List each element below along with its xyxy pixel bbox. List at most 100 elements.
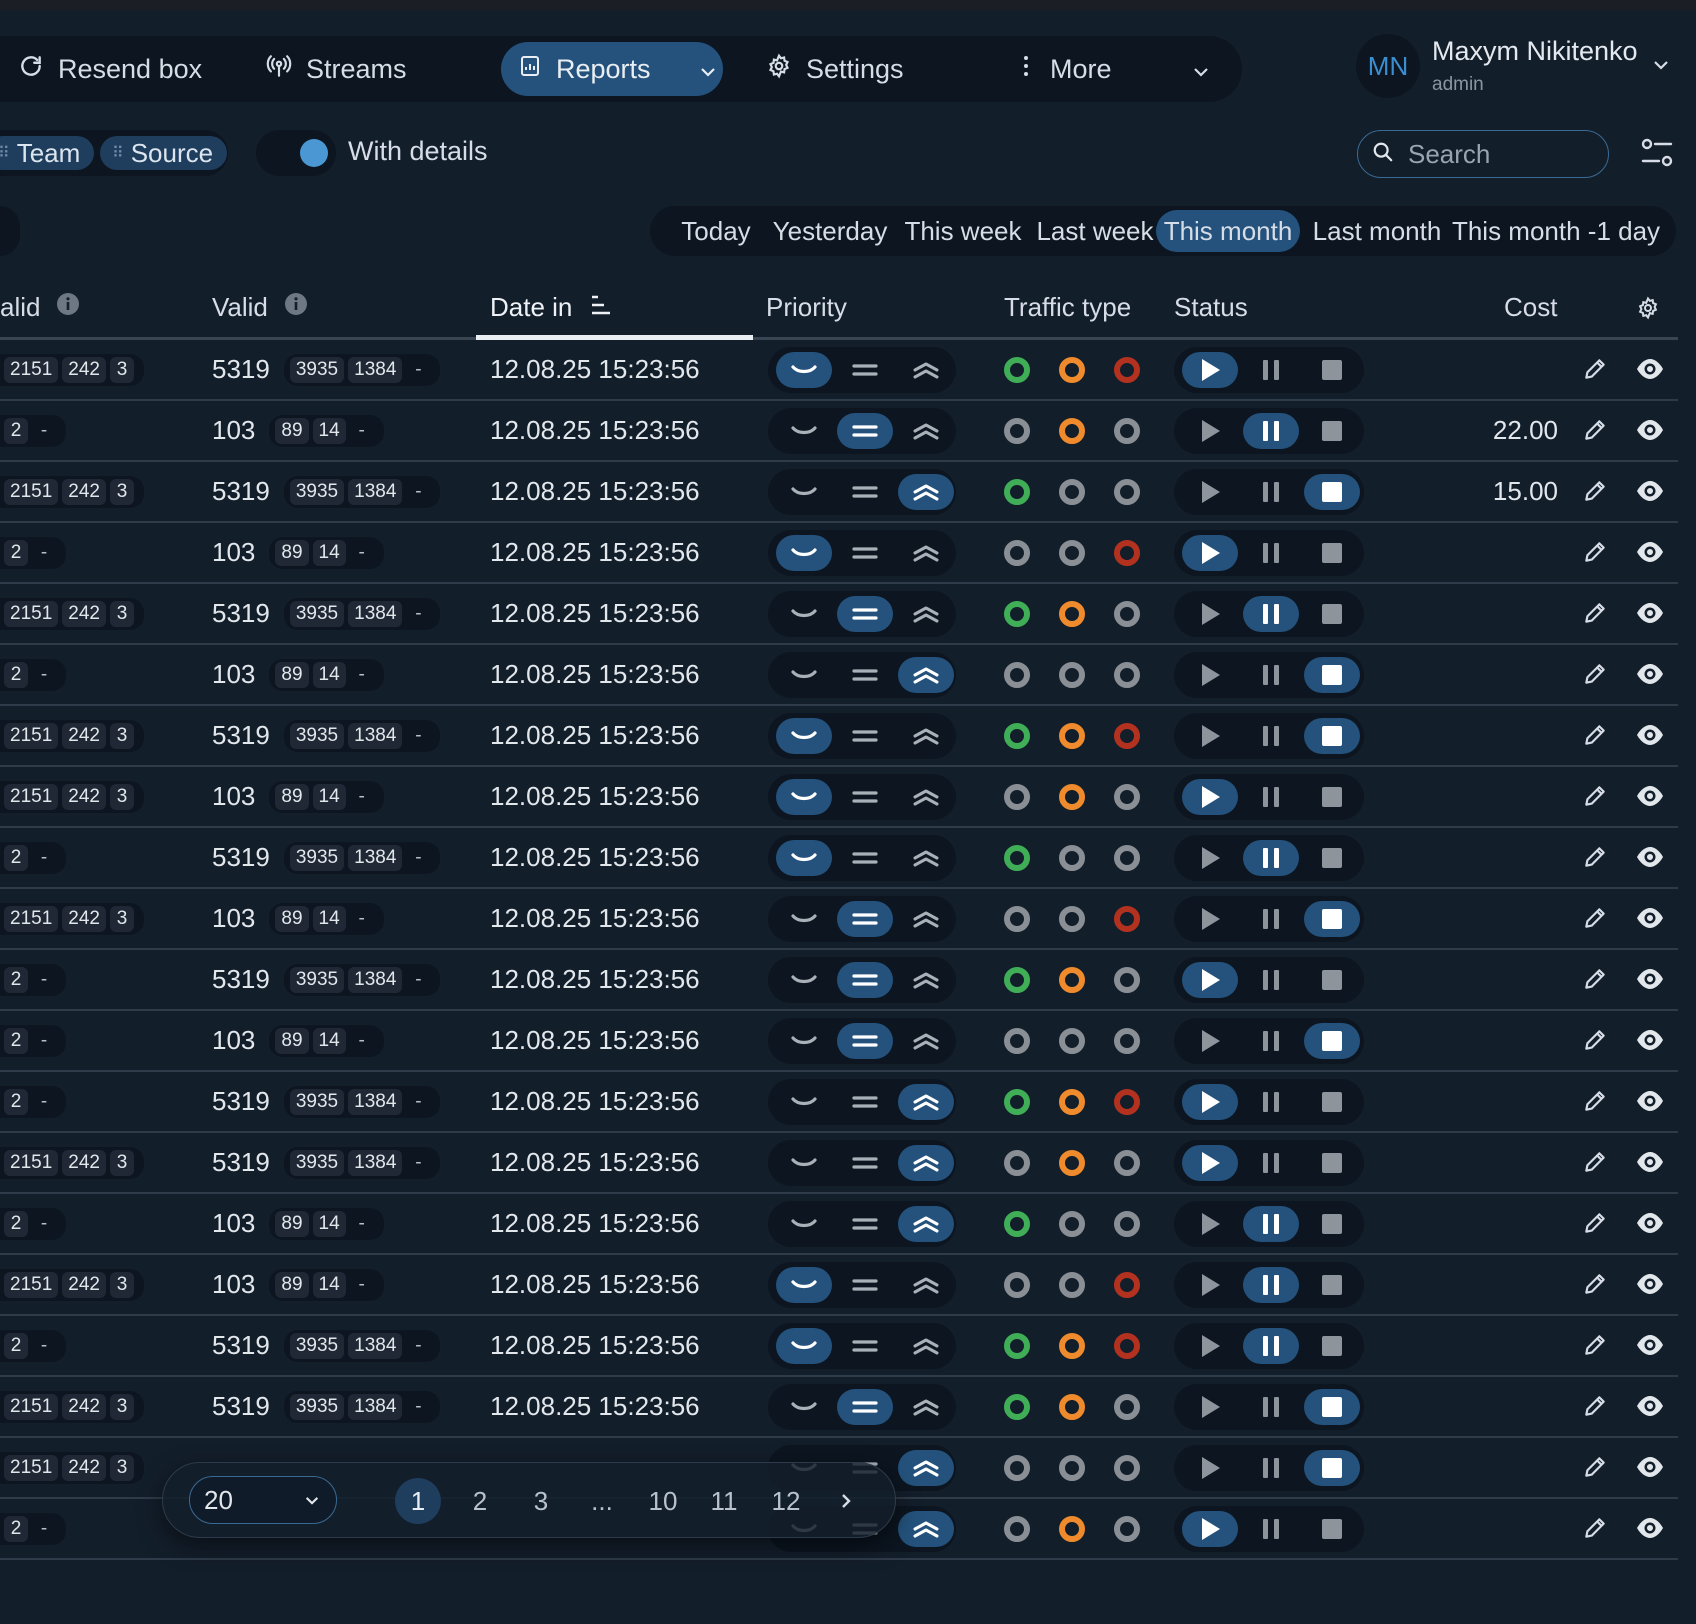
nav-item-more[interactable]: More bbox=[1016, 36, 1224, 102]
edit-icon[interactable] bbox=[1582, 905, 1608, 936]
stop-icon[interactable] bbox=[1304, 1328, 1360, 1364]
pause-icon[interactable] bbox=[1243, 901, 1299, 937]
edit-icon[interactable] bbox=[1582, 1515, 1608, 1546]
nav-item-resend-box[interactable]: Resend box bbox=[18, 36, 202, 102]
stop-icon[interactable] bbox=[1304, 901, 1360, 937]
traffic-status-icon[interactable] bbox=[1059, 906, 1085, 932]
stop-icon[interactable] bbox=[1304, 840, 1360, 876]
view-eye-icon[interactable] bbox=[1635, 1454, 1665, 1485]
view-eye-icon[interactable] bbox=[1635, 1515, 1665, 1546]
traffic-status-icon[interactable] bbox=[1059, 723, 1085, 749]
priority-high-icon[interactable] bbox=[898, 1145, 954, 1181]
priority-low-icon[interactable] bbox=[776, 596, 832, 632]
pause-icon[interactable] bbox=[1243, 474, 1299, 510]
search-input[interactable]: Search bbox=[1357, 130, 1609, 178]
pause-icon[interactable] bbox=[1243, 535, 1299, 571]
info-icon[interactable] bbox=[56, 292, 80, 323]
table-row[interactable]: 2-103 89 14-12.08.25 15:23:56 bbox=[0, 1194, 1678, 1255]
page-11[interactable]: 11 bbox=[701, 1478, 747, 1524]
traffic-status-icon[interactable] bbox=[1004, 479, 1030, 505]
stop-icon[interactable] bbox=[1304, 474, 1360, 510]
traffic-status-icon[interactable] bbox=[1059, 1089, 1085, 1115]
chevron-down-icon[interactable] bbox=[1652, 58, 1670, 76]
pause-icon[interactable] bbox=[1243, 1389, 1299, 1425]
play-icon[interactable] bbox=[1182, 535, 1238, 571]
view-eye-icon[interactable] bbox=[1635, 417, 1665, 448]
play-icon[interactable] bbox=[1182, 1145, 1238, 1181]
stop-icon[interactable] bbox=[1304, 1267, 1360, 1303]
nav-item-streams[interactable]: Streams bbox=[266, 36, 407, 102]
table-row[interactable]: 2151 242 3 5319 3935 1384- 12.08.25 15:23:56 bbox=[0, 340, 1678, 401]
priority-low-icon[interactable] bbox=[776, 901, 832, 937]
priority-medium-icon[interactable] bbox=[837, 596, 893, 632]
stop-icon[interactable] bbox=[1304, 1145, 1360, 1181]
filter-settings-icon[interactable] bbox=[1640, 136, 1674, 175]
play-icon[interactable] bbox=[1182, 1023, 1238, 1059]
edit-icon[interactable] bbox=[1582, 1149, 1608, 1180]
priority-low-icon[interactable] bbox=[776, 1084, 832, 1120]
edit-icon[interactable] bbox=[1582, 1454, 1608, 1485]
pause-icon[interactable] bbox=[1243, 1023, 1299, 1059]
edit-icon[interactable] bbox=[1582, 1027, 1608, 1058]
traffic-status-icon[interactable] bbox=[1059, 1150, 1085, 1176]
play-icon[interactable] bbox=[1182, 474, 1238, 510]
view-eye-icon[interactable] bbox=[1635, 478, 1665, 509]
priority-high-icon[interactable] bbox=[898, 474, 954, 510]
edit-icon[interactable] bbox=[1582, 1210, 1608, 1241]
col-priority[interactable]: Priority bbox=[766, 292, 847, 323]
priority-low-icon[interactable] bbox=[776, 1145, 832, 1181]
traffic-status-icon[interactable] bbox=[1114, 479, 1140, 505]
table-row[interactable]: 2-5319 3935 1384-12.08.25 15:23:56 bbox=[0, 950, 1678, 1011]
priority-medium-icon[interactable] bbox=[837, 352, 893, 388]
traffic-status-icon[interactable] bbox=[1059, 1211, 1085, 1237]
pause-icon[interactable] bbox=[1243, 1206, 1299, 1242]
traffic-status-icon[interactable] bbox=[1059, 418, 1085, 444]
priority-high-icon[interactable] bbox=[898, 1511, 954, 1547]
priority-high-icon[interactable] bbox=[898, 1267, 954, 1303]
page-3[interactable]: 3 bbox=[518, 1478, 564, 1524]
priority-high-icon[interactable] bbox=[898, 1023, 954, 1059]
nav-item-settings[interactable]: Settings bbox=[766, 36, 904, 102]
priority-medium-icon[interactable] bbox=[837, 413, 893, 449]
traffic-status-icon[interactable] bbox=[1004, 845, 1030, 871]
page-size-select[interactable]: 20 bbox=[189, 1476, 337, 1524]
table-row[interactable]: 2151 242 3 5319 3935 1384- 12.08.25 15:23:56 bbox=[0, 1377, 1678, 1438]
priority-low-icon[interactable] bbox=[776, 1389, 832, 1425]
priority-medium-icon[interactable] bbox=[837, 901, 893, 937]
pause-icon[interactable] bbox=[1243, 718, 1299, 754]
priority-medium-icon[interactable] bbox=[837, 718, 893, 754]
col-status[interactable]: Status bbox=[1174, 292, 1248, 323]
page-2[interactable]: 2 bbox=[457, 1478, 503, 1524]
traffic-status-icon[interactable] bbox=[1114, 1516, 1140, 1542]
traffic-status-icon[interactable] bbox=[1004, 1516, 1030, 1542]
play-icon[interactable] bbox=[1182, 1328, 1238, 1364]
stop-icon[interactable] bbox=[1304, 1206, 1360, 1242]
traffic-status-icon[interactable] bbox=[1004, 723, 1030, 749]
pause-icon[interactable] bbox=[1243, 1084, 1299, 1120]
stop-icon[interactable] bbox=[1304, 352, 1360, 388]
traffic-status-icon[interactable] bbox=[1114, 1028, 1140, 1054]
traffic-status-icon[interactable] bbox=[1004, 906, 1030, 932]
priority-high-icon[interactable] bbox=[898, 718, 954, 754]
page-1[interactable]: 1 bbox=[395, 1478, 441, 1524]
traffic-status-icon[interactable] bbox=[1004, 418, 1030, 444]
traffic-status-icon[interactable] bbox=[1114, 540, 1140, 566]
pause-icon[interactable] bbox=[1243, 352, 1299, 388]
traffic-status-icon[interactable] bbox=[1004, 1211, 1030, 1237]
priority-low-icon[interactable] bbox=[776, 718, 832, 754]
left-pill[interactable] bbox=[0, 206, 20, 256]
stop-icon[interactable] bbox=[1304, 535, 1360, 571]
priority-medium-icon[interactable] bbox=[837, 962, 893, 998]
priority-low-icon[interactable] bbox=[776, 962, 832, 998]
traffic-status-icon[interactable] bbox=[1059, 1394, 1085, 1420]
play-icon[interactable] bbox=[1182, 779, 1238, 815]
play-icon[interactable] bbox=[1182, 1511, 1238, 1547]
priority-high-icon[interactable] bbox=[898, 352, 954, 388]
page-12[interactable]: 12 bbox=[763, 1478, 809, 1524]
play-icon[interactable] bbox=[1182, 352, 1238, 388]
stop-icon[interactable] bbox=[1304, 596, 1360, 632]
traffic-status-icon[interactable] bbox=[1114, 418, 1140, 444]
edit-icon[interactable] bbox=[1582, 722, 1608, 753]
traffic-status-icon[interactable] bbox=[1004, 1333, 1030, 1359]
table-row[interactable]: 2-103 89 14-12.08.25 15:23:56 bbox=[0, 1011, 1678, 1072]
